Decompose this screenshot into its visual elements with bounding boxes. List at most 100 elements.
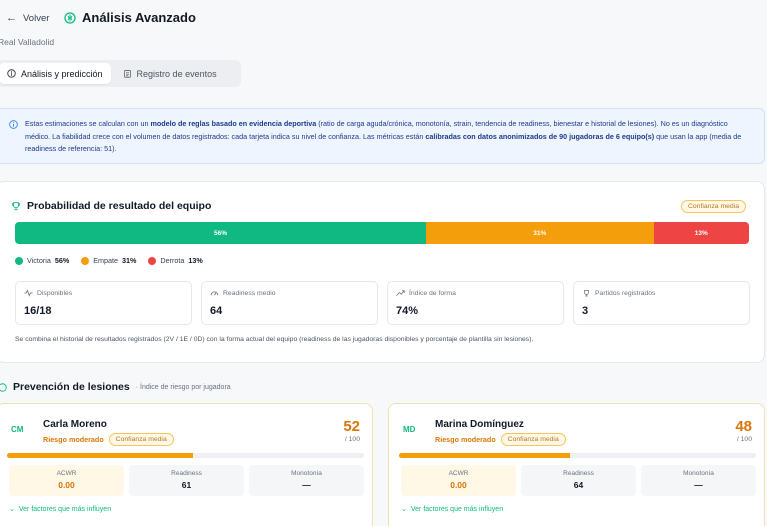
risk-bar — [399, 453, 756, 458]
clipboard-icon — [123, 70, 131, 78]
back-label: Volver — [23, 12, 50, 24]
chevron-down-icon: ⌄ — [401, 506, 407, 513]
pulse-icon — [24, 289, 33, 297]
metric-monotony: Monotonía — — [641, 465, 756, 496]
segment-empate: 31% — [426, 222, 654, 244]
stat-label: Partidos registrados — [595, 289, 656, 297]
player-initials: MD — [403, 425, 416, 434]
legend-value: 31% — [122, 256, 137, 265]
stat-label: Disponibles — [37, 289, 73, 297]
tab-analysis[interactable]: Análisis y predicción — [0, 63, 111, 84]
metric-monotony: Monotonía — — [249, 465, 364, 496]
trophy-icon — [584, 289, 589, 297]
risk-score-max: / 100 — [344, 436, 360, 443]
player-initials: CM — [11, 425, 24, 434]
metric-value: 61 — [181, 480, 192, 490]
stat-value: 16/18 — [24, 305, 52, 317]
stat-label: Índice de forma — [409, 289, 456, 297]
metric-acwr: ACWR 0.00 — [9, 465, 124, 496]
segment-victoria: 56% — [15, 222, 427, 244]
risk-bar — [7, 453, 364, 458]
player-name: Carla Moreno — [43, 419, 107, 430]
metric-label: Readiness — [171, 470, 202, 477]
stat-readiness: Readiness medio 64 — [201, 281, 378, 325]
trophy-icon — [11, 202, 21, 211]
outcome-title: Probabilidad de resultado del equipo — [11, 200, 211, 212]
confidence-badge: Confianza media — [680, 200, 746, 213]
info-bold-1: modelo de reglas basado en evidencia dep… — [150, 119, 317, 128]
gauge-icon — [210, 291, 219, 296]
legend-name: Victoria — [27, 256, 51, 265]
stat-forma: Índice de forma 74% — [387, 281, 564, 325]
trend-up-icon — [396, 290, 405, 296]
player-name: Marina Domínguez — [435, 419, 524, 430]
risk-bar-fill — [7, 453, 193, 458]
back-button[interactable]: ← Volver — [6, 12, 49, 24]
metric-label: Readiness — [563, 470, 594, 477]
legend-dot — [15, 256, 23, 265]
outcome-card: Probabilidad de resultado del equipo Con… — [0, 181, 765, 363]
injury-title: Prevención de lesiones — [13, 381, 130, 393]
info-text-1: Estas estimaciones se calculan con un — [25, 119, 151, 128]
stat-value: 3 — [582, 305, 589, 317]
outcome-legend: Victoria 56% Empate 31% Derrota 13% — [15, 256, 203, 265]
risk-level: Riesgo moderado — [43, 435, 104, 444]
stat-value: 74% — [396, 305, 419, 317]
show-factors-button[interactable]: ⌄ Ver factores que más influyen — [9, 505, 112, 514]
tab-events-label: Registro de eventos — [136, 68, 217, 79]
info-bold-2: calibradas con datos anonimizados de 90 … — [425, 131, 655, 141]
metric-label: ACWR — [56, 470, 77, 477]
outcome-note: Se combina el historial de resultados re… — [15, 336, 534, 343]
risk-score: 52 — [343, 418, 360, 435]
info-icon — [9, 120, 18, 129]
legend-victoria: Victoria 56% — [15, 256, 69, 265]
injury-subtitle: · Índice de riesgo por jugadora — [135, 383, 231, 391]
legend-name: Empate — [93, 256, 119, 265]
tab-analysis-label: Análisis y predicción — [21, 68, 103, 79]
legend-derrota: Derrota 13% — [148, 256, 203, 265]
metric-label: ACWR — [448, 470, 469, 477]
risk-score-max: / 100 — [736, 436, 752, 443]
brain-icon — [64, 11, 76, 24]
segment-derrota: 13% — [653, 222, 749, 244]
stat-label: Readiness medio — [223, 289, 276, 297]
stat-disponibles: Disponibles 16/18 — [15, 281, 192, 325]
player-card-marina-dominguez: MD Marina Domínguez Riesgo moderado Conf… — [388, 403, 765, 526]
metric-readiness: Readiness 64 — [521, 465, 636, 496]
legend-value: 56% — [54, 256, 70, 265]
arrow-left-icon: ← — [6, 12, 17, 24]
confidence-badge: Confianza media — [500, 433, 566, 446]
metric-value: — — [694, 480, 703, 490]
metric-value: 0.00 — [58, 480, 75, 490]
chevron-down-icon: ⌄ — [9, 506, 15, 513]
tab-events[interactable]: Registro de eventos — [115, 63, 225, 84]
stat-partidos: Partidos registrados 3 — [573, 281, 750, 325]
injury-section-title: Prevención de lesiones · Índice de riesg… — [0, 381, 231, 393]
outcome-probability-bar: 56% 31% 13% — [15, 222, 749, 244]
legend-dot — [148, 256, 157, 265]
metric-value: 64 — [573, 480, 584, 490]
metric-value: — — [302, 480, 311, 490]
metric-value: 0.00 — [450, 480, 467, 490]
risk-bar-fill — [399, 453, 571, 458]
team-name: Real Valladolid — [0, 37, 55, 47]
show-factors-label: Ver factores que más influyen — [410, 505, 504, 513]
page-title: Análisis Avanzado — [64, 10, 196, 25]
outcome-title-text: Probabilidad de resultado del equipo — [27, 200, 212, 212]
show-factors-label: Ver factores que más influyen — [18, 505, 112, 513]
risk-level: Riesgo moderado — [435, 435, 496, 444]
confidence-badge: Confianza media — [108, 433, 174, 446]
legend-dot — [81, 256, 90, 265]
legend-value: 13% — [188, 256, 203, 265]
legend-name: Derrota — [160, 256, 185, 265]
metric-label: Monotonía — [291, 470, 322, 477]
metric-label: Monotonía — [683, 470, 714, 477]
risk-score: 48 — [735, 418, 752, 435]
page-title-text: Análisis Avanzado — [82, 10, 196, 25]
metric-acwr: ACWR 0.00 — [401, 465, 516, 496]
show-factors-button[interactable]: ⌄ Ver factores que más influyen — [401, 505, 504, 514]
shield-icon — [0, 382, 7, 392]
player-card-carla-moreno: CM Carla Moreno Riesgo moderado Confianz… — [0, 403, 373, 526]
metric-readiness: Readiness 61 — [129, 465, 244, 496]
tab-bar: Análisis y predicción Registro de evento… — [0, 60, 241, 87]
